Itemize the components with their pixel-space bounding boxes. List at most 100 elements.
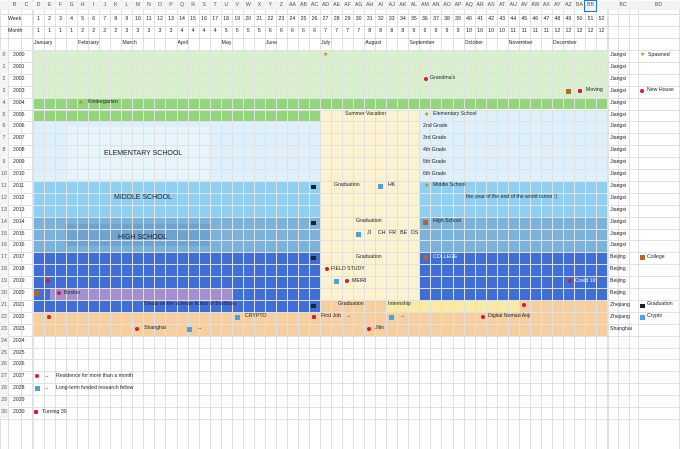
month-name[interactable]: June [266, 38, 277, 49]
month-number[interactable]: 8 [364, 26, 375, 37]
month-name[interactable]: April [178, 38, 188, 49]
row-number[interactable]: 2 [0, 73, 8, 85]
column-letter[interactable]: J [99, 1, 111, 10]
location-cell[interactable]: Jiangxi [610, 74, 626, 85]
column-letter[interactable]: AQ [463, 1, 475, 10]
column-letter[interactable]: N [143, 1, 155, 10]
year-cell[interactable]: 2017 [13, 252, 31, 263]
month-number[interactable]: 7 [342, 26, 353, 37]
column-letter[interactable]: AI [375, 1, 387, 10]
week-number[interactable]: 29 [342, 14, 353, 25]
row-number[interactable]: 13 [0, 204, 8, 216]
grade-6[interactable]: 6th Grade [423, 169, 446, 180]
column-letter[interactable]: AC [309, 1, 321, 10]
month-number[interactable]: 6 [265, 26, 276, 37]
column-letter[interactable]: AN [430, 1, 442, 10]
event-covid[interactable]: Covid 19 [575, 276, 595, 287]
column-letter[interactable]: AU [507, 1, 519, 10]
event-first-job[interactable]: First Job [321, 311, 341, 322]
month-number[interactable]: 6 [287, 26, 298, 37]
week-number[interactable]: 7 [99, 14, 110, 25]
column-letter[interactable]: Z [275, 1, 287, 10]
year-cell[interactable]: 2014 [13, 217, 31, 228]
week-number[interactable]: 10 [132, 14, 143, 25]
month-name[interactable]: July [321, 38, 330, 49]
week-number[interactable]: 38 [441, 14, 452, 25]
year-cell[interactable]: 2024 [13, 336, 31, 347]
row-number[interactable]: 27 [0, 371, 8, 383]
week-number[interactable]: 13 [165, 14, 176, 25]
column-letter[interactable]: AX [540, 1, 552, 10]
row-number[interactable]: 5 [0, 109, 8, 121]
week-number[interactable]: 37 [430, 14, 441, 25]
column-letter[interactable]: BC [608, 1, 638, 10]
week-number[interactable]: 8 [110, 14, 121, 25]
month-number[interactable]: 5 [254, 26, 265, 37]
year-cell[interactable]: 2019 [13, 276, 31, 287]
year-cell[interactable]: 2003 [13, 86, 31, 97]
month-number[interactable]: 9 [453, 26, 464, 37]
month-number[interactable]: 6 [298, 26, 309, 37]
week-number[interactable]: 48 [552, 14, 563, 25]
column-letter[interactable]: F [55, 1, 67, 10]
event-graduation-2014[interactable]: Graduation [356, 216, 382, 227]
month-number[interactable]: 1 [44, 26, 55, 37]
year-cell[interactable]: 2016 [13, 240, 31, 251]
middle-school-block-label[interactable]: MIDDLE SCHOOL [114, 192, 172, 203]
month-name[interactable]: May [222, 38, 232, 49]
year-cell[interactable]: 2012 [13, 193, 31, 204]
row-number[interactable]: 25 [0, 347, 8, 359]
week-number[interactable]: 15 [188, 14, 199, 25]
week-number[interactable]: 50 [574, 14, 585, 25]
column-letter[interactable]: G [66, 1, 78, 10]
week-number[interactable]: 33 [386, 14, 397, 25]
month-number[interactable]: 10 [497, 26, 508, 37]
week-number[interactable]: 6 [88, 14, 99, 25]
row-number[interactable]: 18 [0, 264, 8, 276]
legend-new-house[interactable]: New House [647, 85, 674, 96]
column-letter[interactable]: AV [518, 1, 530, 10]
event-meiri[interactable]: MEIRI [352, 276, 366, 287]
row-number[interactable]: 10 [0, 169, 8, 180]
column-letter[interactable]: E [44, 1, 56, 10]
event-world-end[interactable]: the year of the end of the world rumor :… [466, 192, 557, 203]
month-number[interactable]: 2 [99, 26, 110, 37]
week-number[interactable]: 20 [243, 14, 254, 25]
week-number[interactable]: 49 [563, 14, 574, 25]
year-cell[interactable]: 2010 [13, 169, 31, 180]
month-number[interactable]: 7 [320, 26, 331, 37]
column-letter[interactable]: X [253, 1, 265, 10]
month-number[interactable]: 6 [309, 26, 320, 37]
location-cell[interactable]: Jiangxi [610, 157, 626, 168]
nomad-arrow[interactable]: → [400, 311, 405, 322]
year-cell[interactable]: 2007 [13, 133, 31, 144]
legend-graduation[interactable]: Graduation [647, 299, 673, 310]
column-letter[interactable]: AA [286, 1, 298, 10]
location-cell[interactable]: Jiangxi [610, 133, 626, 144]
event-bradbury-thesis[interactable]: Thesis on the science fiction of Bradbur… [143, 299, 236, 310]
year-cell[interactable]: 2009 [13, 157, 31, 168]
month-number[interactable]: 5 [232, 26, 243, 37]
week-number[interactable]: 31 [364, 14, 375, 25]
week-number[interactable]: 4 [66, 14, 77, 25]
row-number[interactable]: 17 [0, 252, 8, 264]
month-number[interactable]: 2 [77, 26, 88, 37]
week-number[interactable]: 47 [541, 14, 552, 25]
year-cell[interactable]: 2028 [13, 383, 31, 394]
column-letter[interactable]: BD [638, 1, 679, 10]
column-letter[interactable]: L [121, 1, 133, 10]
event-middle-school[interactable]: Middle School [433, 180, 466, 191]
location-cell[interactable]: Jiangxi [610, 86, 626, 97]
month-number[interactable]: 4 [188, 26, 199, 37]
month-number[interactable]: 3 [132, 26, 143, 37]
column-letter[interactable]: AL [408, 1, 420, 10]
week-number[interactable]: 9 [121, 14, 132, 25]
month-number[interactable]: 1 [55, 26, 66, 37]
week-number[interactable]: 12 [154, 14, 165, 25]
legend-spawned[interactable]: Spawned [648, 50, 670, 61]
row-number[interactable]: 20 [0, 288, 8, 299]
selected-column-header[interactable] [584, 0, 598, 12]
month-number[interactable]: 12 [585, 26, 596, 37]
location-cell[interactable]: Zhejiang [610, 300, 630, 311]
row-number[interactable]: 15 [0, 228, 8, 240]
